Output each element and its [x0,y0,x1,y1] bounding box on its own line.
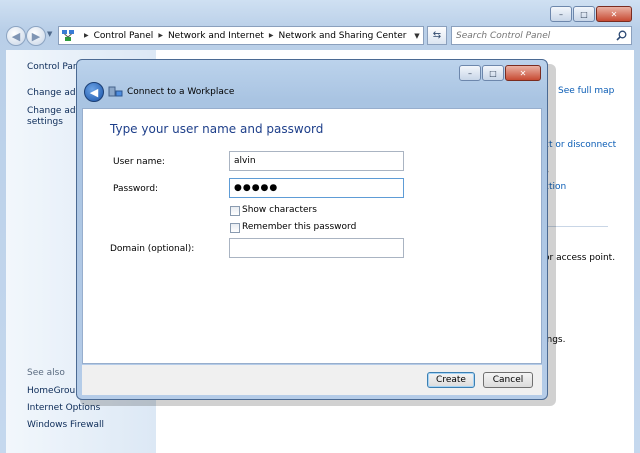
show-characters-label[interactable]: Show characters [242,205,317,215]
see-also-homegroup[interactable]: HomeGroup [27,386,81,396]
dialog-body [82,108,542,364]
refresh-button[interactable]: ⇆ [427,26,447,45]
arrow-left-icon: ◀ [89,85,99,99]
breadcrumb-network-and-sharing-center[interactable]: Network and Sharing Center [279,31,407,41]
arrow-right-icon: ▶ [31,29,41,43]
connect-to-workplace-dialog: – □ ✕ ◀ Connect to a Workplace Type your… [76,59,548,400]
cancel-button[interactable]: Cancel [483,372,533,388]
dialog-close-button[interactable]: ✕ [505,65,541,81]
search-input[interactable] [452,29,608,42]
minimize-button[interactable]: – [550,6,572,22]
address-dropdown-icon[interactable]: ▼ [411,32,423,40]
breadcrumb-control-panel[interactable]: Control Panel [94,31,154,41]
see-also-label: See also [27,368,65,378]
create-button[interactable]: Create [427,372,475,388]
maximize-button[interactable]: □ [573,6,595,22]
search-box[interactable] [451,26,632,45]
dialog-back-button[interactable]: ◀ [84,82,104,102]
breadcrumb-separator-icon: ▶ [158,32,163,39]
breadcrumb-network-and-internet[interactable]: Network and Internet [168,31,264,41]
search-icon[interactable] [616,30,627,41]
refresh-icon: ⇆ [432,30,442,41]
show-characters-checkbox[interactable] [230,206,240,216]
address-bar[interactable]: ▶ Control Panel ▶ Network and Internet ▶… [58,26,424,45]
remember-password-checkbox[interactable] [230,223,240,233]
domain-label: Domain (optional): [110,244,195,254]
left-link-settings[interactable]: settings [27,117,63,127]
dialog-maximize-button[interactable]: □ [482,65,504,81]
password-label: Password: [113,184,159,194]
username-label: User name: [113,157,165,167]
breadcrumb-separator-icon: ▶ [268,32,274,39]
arrow-left-icon: ◀ [11,29,21,43]
back-button[interactable]: ◀ [6,26,26,46]
network-icon [62,29,74,41]
see-also-windows-firewall[interactable]: Windows Firewall [27,420,104,430]
dialog-window-controls: – □ ✕ [458,65,541,81]
forward-button[interactable]: ▶ [26,26,46,46]
password-field[interactable]: ●●●●● [229,178,404,198]
dialog-heading: Type your user name and password [110,122,324,136]
workplace-network-icon [108,86,123,97]
see-full-map-link[interactable]: See full map [558,86,614,96]
recent-pages-dropdown[interactable]: ▼ [47,30,57,42]
remember-password-label[interactable]: Remember this password [242,222,356,232]
dialog-minimize-button[interactable]: – [459,65,481,81]
dialog-title: Connect to a Workplace [127,87,235,97]
breadcrumb-separator-icon: ▶ [84,32,89,39]
main-window-controls: – □ ✕ [549,6,632,22]
domain-field[interactable] [229,238,404,258]
username-field[interactable]: alvin [229,151,404,171]
close-button[interactable]: ✕ [596,6,632,22]
